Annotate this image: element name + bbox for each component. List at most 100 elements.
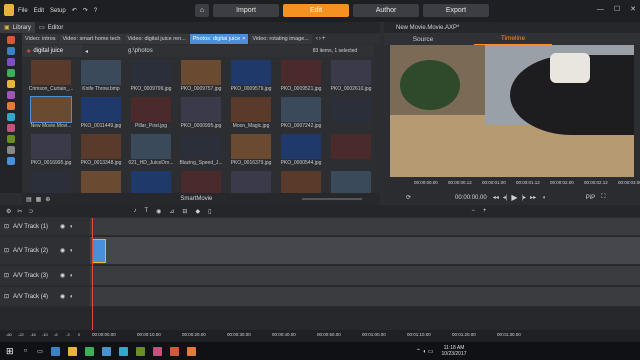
media-tile[interactable]: Knife Throw.bmp — [76, 60, 126, 94]
loop-icon[interactable]: ⟳ — [406, 194, 411, 201]
media-tile[interactable]: PKO_0000995.jpg — [176, 97, 226, 131]
menu-setup[interactable]: Setup — [50, 8, 66, 14]
media-tile[interactable] — [326, 97, 376, 131]
media-tile[interactable]: Pillar_Post.jpg — [126, 97, 176, 131]
timeline-ruler[interactable]: 00:00:00.00 00:00:10.00 00:00:20.00 00:00:3… — [0, 330, 640, 342]
track-row[interactable]: ⊡ A/V Track (3) ◉ ◖ — [0, 266, 640, 286]
media-tile[interactable]: PKO_0011449.jpg — [76, 97, 126, 131]
video-icon[interactable] — [7, 47, 15, 55]
track-row[interactable]: ⊡ A/V Track (1) ◉ ◖ — [0, 218, 640, 236]
minimize-icon[interactable]: — — [597, 6, 604, 13]
media-tile[interactable]: Crimson_Curtain_... — [26, 60, 76, 94]
edit-button[interactable]: Edit — [283, 4, 349, 17]
tab-source[interactable]: Source — [384, 33, 462, 45]
audio-icon[interactable]: ◖ — [69, 273, 73, 279]
start-icon[interactable]: ⊞ — [6, 346, 14, 357]
media-tile[interactable]: PKO_0016379.jpg — [226, 134, 276, 168]
export-button[interactable]: Export — [423, 4, 489, 17]
magnet-icon[interactable]: ⊃ — [28, 208, 33, 215]
title-icon[interactable]: T — [144, 208, 148, 214]
tab-photos-digital-juice[interactable]: Photos: digital juice × — [189, 34, 249, 44]
home-button[interactable]: ⌂ — [195, 4, 209, 17]
app-icon[interactable] — [186, 346, 196, 356]
step-forward-icon[interactable]: |▸ — [522, 194, 527, 201]
transitions-icon[interactable] — [7, 91, 15, 99]
tab-timeline[interactable]: Timeline — [474, 33, 552, 45]
forward-icon[interactable]: ▸▸ — [530, 194, 536, 201]
disc-menu-icon[interactable] — [7, 135, 15, 143]
lock-icon[interactable]: ⊡ — [4, 272, 9, 279]
lock-icon[interactable]: ⊡ — [4, 247, 9, 254]
tab-video-rotating[interactable]: Video: rotating image... — [249, 34, 312, 44]
media-tile[interactable]: PKO_0009579.jpg — [226, 60, 276, 94]
audio-icon[interactable]: ◖ — [69, 224, 73, 230]
folder-tree-item[interactable]: ★ digital juice — [22, 45, 82, 57]
photos-icon[interactable] — [118, 346, 128, 356]
editor-panel-tab[interactable]: ▭ Editor — [35, 22, 67, 33]
tab-scroll-right-icon[interactable]: › — [319, 36, 321, 42]
voiceover-icon[interactable]: ◉ — [156, 208, 161, 215]
smartmovie-label[interactable]: SmartMovie — [180, 196, 212, 202]
sound-icon[interactable] — [7, 124, 15, 132]
titles-icon[interactable] — [7, 102, 15, 110]
menu-edit[interactable]: Edit — [34, 8, 44, 14]
fullscreen-icon[interactable]: ⛶ — [601, 194, 605, 201]
tab-video-smart-home[interactable]: Video: smart home tech — [59, 34, 124, 44]
tab-scroll-left-icon[interactable]: ‹ — [316, 36, 318, 42]
media-tile[interactable]: PKO_0009799.jpg — [126, 60, 176, 94]
visibility-icon[interactable]: ◉ — [60, 272, 65, 279]
author-button[interactable]: Author — [353, 4, 419, 17]
marker-icon[interactable]: ◆ — [195, 208, 200, 215]
back-icon[interactable]: ◂ — [85, 48, 88, 55]
visibility-icon[interactable]: ◉ — [60, 223, 65, 230]
collection-icon[interactable] — [7, 36, 15, 44]
close-icon[interactable]: ✕ — [630, 5, 636, 13]
add-tab-icon[interactable]: + — [322, 36, 326, 42]
tab-video-intros[interactable]: Video: intros — [22, 34, 59, 44]
search-icon[interactable]: ○ — [24, 348, 28, 354]
video-preview[interactable] — [390, 45, 634, 177]
media-tile[interactable]: 021_HD_JuiceDro... — [126, 134, 176, 168]
plugins-icon[interactable] — [7, 146, 15, 154]
mail-icon[interactable] — [135, 346, 145, 356]
visibility-icon[interactable]: ◉ — [60, 293, 65, 300]
media-tile[interactable]: PKO_0009521.jpg — [276, 60, 326, 94]
help-icon[interactable]: ? — [94, 8, 97, 14]
effects-icon[interactable] — [7, 80, 15, 88]
media-tile[interactable]: PKO_0013348.jpg — [76, 134, 126, 168]
task-view-icon[interactable]: ▭ — [37, 348, 43, 355]
zoom-in-icon[interactable]: + — [483, 208, 487, 214]
track-row[interactable]: ⊡ A/V Track (2) ◉ ◖ — [0, 237, 640, 265]
rewind-icon[interactable]: ◂◂ — [493, 194, 499, 201]
tray-icons[interactable]: ⌃ ◖ ▭ — [416, 348, 434, 355]
pip-label[interactable]: PiP — [586, 195, 595, 201]
lock-icon[interactable]: ⊡ — [4, 293, 9, 300]
track-row[interactable]: ⊡ A/V Track (4) ◉ ◖ — [0, 287, 640, 307]
playhead[interactable] — [92, 218, 93, 330]
undo-icon[interactable]: ↶ — [72, 7, 77, 14]
edge-icon[interactable] — [50, 346, 60, 356]
media-tile[interactable]: PKO_0009757.jpg — [176, 60, 226, 94]
media-tile[interactable]: PKO_0002610.jpg — [326, 60, 376, 94]
media-tile[interactable]: PKO_0007242.jpg — [276, 97, 326, 131]
split-icon[interactable]: ✂ — [17, 208, 22, 215]
step-back-icon[interactable]: ◂| — [503, 194, 508, 201]
photo-icon[interactable] — [7, 58, 15, 66]
app-icon[interactable] — [169, 346, 179, 356]
montage-icon[interactable] — [7, 113, 15, 121]
media-tile[interactable]: PKO_0016995.jpg — [26, 134, 76, 168]
redo-icon[interactable]: ↷ — [83, 7, 88, 14]
settings-icon[interactable]: ⚙ — [6, 208, 11, 215]
visibility-icon[interactable]: ◉ — [60, 247, 65, 254]
import-button[interactable]: Import — [213, 4, 279, 17]
library-panel-tab[interactable]: ▣ Library — [0, 22, 36, 33]
media-tile[interactable]: Blazing_Speed_J... — [176, 134, 226, 168]
delete-icon[interactable]: ▯ — [208, 208, 211, 215]
projects-icon[interactable] — [7, 157, 15, 165]
audio-icon[interactable] — [7, 69, 15, 77]
volume-icon[interactable]: ◖ — [542, 195, 546, 201]
close-tab-icon[interactable]: × — [242, 36, 245, 42]
maximize-icon[interactable]: ☐ — [614, 5, 620, 13]
scorefitter-icon[interactable]: ♪ — [133, 208, 136, 214]
lock-icon[interactable]: ⊡ — [4, 223, 9, 230]
